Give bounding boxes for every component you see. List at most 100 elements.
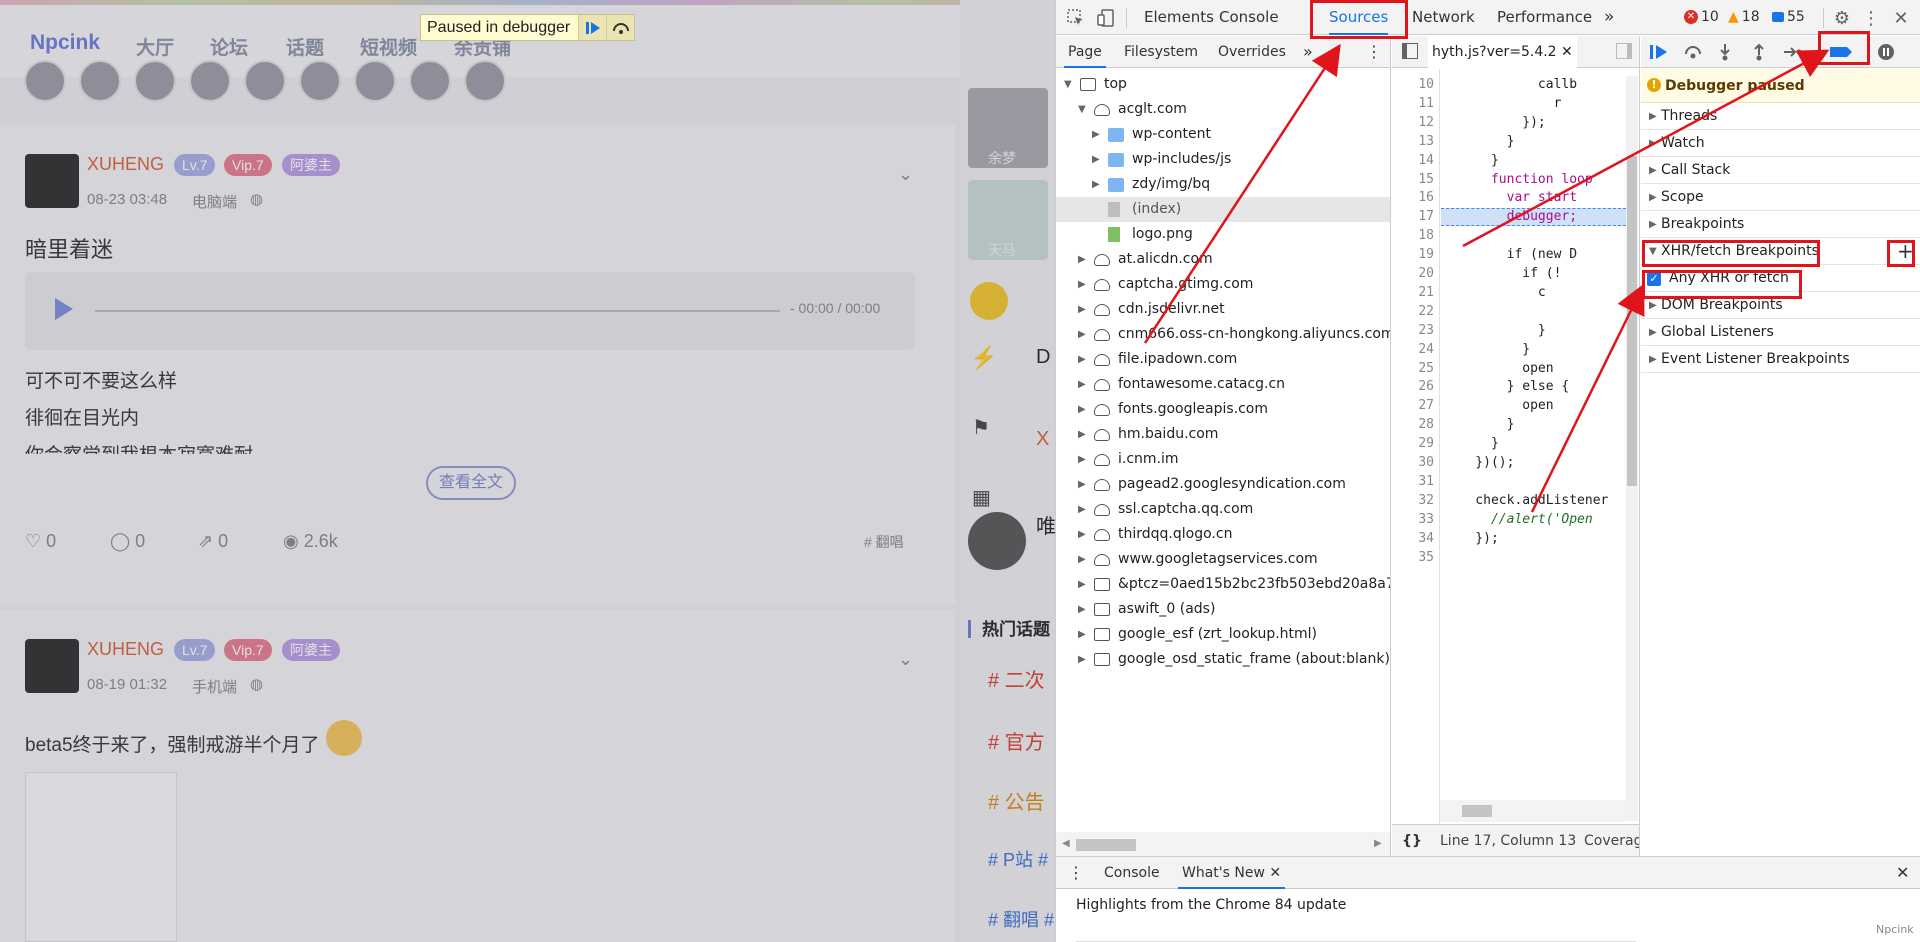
- line-number[interactable]: 18: [1392, 227, 1434, 245]
- step-out-icon[interactable]: [1751, 43, 1767, 61]
- scroll-right-icon[interactable]: ▶: [1374, 838, 1382, 849]
- line-number[interactable]: 13: [1392, 133, 1434, 151]
- tree-item[interactable]: ▶ ssl.captcha.qq.com: [1056, 497, 1390, 522]
- line-number[interactable]: 21: [1392, 284, 1434, 302]
- line-number[interactable]: 17: [1392, 208, 1434, 226]
- resume-button[interactable]: [578, 15, 607, 40]
- triangle-right-icon[interactable]: ▶: [1078, 497, 1088, 522]
- triangle-right-icon[interactable]: ▶: [1078, 522, 1088, 547]
- triangle-right-icon[interactable]: ▶: [1078, 447, 1088, 472]
- triangle-right-icon[interactable]: ▶: [1092, 147, 1102, 172]
- section-scope[interactable]: ▶ Scope: [1641, 184, 1920, 211]
- tree-item[interactable]: ▶ hm.baidu.com: [1056, 422, 1390, 447]
- triangle-down-icon[interactable]: ▼: [1078, 97, 1088, 122]
- triangle-right-icon[interactable]: ▶: [1078, 572, 1088, 597]
- line-number[interactable]: 34: [1392, 530, 1434, 548]
- tab-performance[interactable]: Performance: [1497, 0, 1592, 35]
- more-navigator-tabs-icon[interactable]: »: [1303, 36, 1313, 68]
- tab-page[interactable]: Page: [1064, 36, 1106, 68]
- tab-filesystem[interactable]: Filesystem: [1124, 36, 1198, 68]
- line-number[interactable]: 25: [1392, 360, 1434, 378]
- tree-item[interactable]: ▶ zdy/img/bq: [1056, 172, 1390, 197]
- line-number[interactable]: 32: [1392, 492, 1434, 510]
- warning-count[interactable]: ▲ 18: [1728, 9, 1760, 25]
- triangle-right-icon[interactable]: ▶: [1078, 347, 1088, 372]
- tree-item[interactable]: ▶ pagead2.googlesyndication.com: [1056, 472, 1390, 497]
- device-toolbar-icon[interactable]: [1096, 8, 1116, 28]
- resume-icon[interactable]: [1649, 43, 1669, 61]
- tree-item[interactable]: ▶ www.googletagservices.com: [1056, 547, 1390, 572]
- triangle-right-icon[interactable]: ▶: [1078, 472, 1088, 497]
- line-number[interactable]: 16: [1392, 189, 1434, 207]
- tree-item[interactable]: ▶ thirdqq.qlogo.cn: [1056, 522, 1390, 547]
- tree-item[interactable]: logo.png: [1056, 222, 1390, 247]
- drawer-menu-icon[interactable]: ⋮: [1068, 857, 1084, 889]
- tree-item[interactable]: ▶ google_osd_static_frame (about:blank): [1056, 647, 1390, 672]
- step-into-icon[interactable]: [1717, 43, 1733, 61]
- tree-item[interactable]: ▶ at.alicdn.com: [1056, 247, 1390, 272]
- horizontal-scrollbar[interactable]: ◀ ▶: [1056, 832, 1390, 856]
- toggle-debugger-icon[interactable]: [1616, 43, 1632, 59]
- close-tab-icon[interactable]: ✕: [1269, 865, 1281, 881]
- close-tab-icon[interactable]: ✕: [1561, 44, 1573, 60]
- tree-item[interactable]: ▼ top: [1056, 72, 1390, 97]
- tree-item[interactable]: ▶ i.cnm.im: [1056, 447, 1390, 472]
- vertical-scrollbar[interactable]: [1626, 76, 1638, 821]
- editor-horizontal-scrollbar[interactable]: [1440, 800, 1626, 822]
- line-number[interactable]: 14: [1392, 152, 1434, 170]
- tree-item[interactable]: ▶ cdn.jsdelivr.net: [1056, 297, 1390, 322]
- tree-item[interactable]: ▶ google_esf (zrt_lookup.html): [1056, 622, 1390, 647]
- pretty-print-icon[interactable]: {}: [1402, 825, 1422, 856]
- tab-elements[interactable]: Elements: [1144, 0, 1214, 35]
- line-number[interactable]: 10: [1392, 76, 1434, 94]
- line-number[interactable]: 31: [1392, 473, 1434, 491]
- scrollbar-thumb[interactable]: [1076, 839, 1136, 851]
- line-number[interactable]: 33: [1392, 511, 1434, 529]
- step-over-icon[interactable]: [1683, 43, 1703, 61]
- line-number[interactable]: 20: [1392, 265, 1434, 283]
- scroll-left-icon[interactable]: ◀: [1062, 838, 1070, 849]
- section-call-stack[interactable]: ▶ Call Stack: [1641, 157, 1920, 184]
- line-number[interactable]: 12: [1392, 114, 1434, 132]
- pause-on-exceptions-icon[interactable]: [1877, 43, 1895, 61]
- drawer-tab-whats-new[interactable]: What's New ✕: [1177, 857, 1286, 889]
- line-number[interactable]: 22: [1392, 303, 1434, 321]
- triangle-right-icon[interactable]: ▶: [1078, 622, 1088, 647]
- more-tabs-icon[interactable]: »: [1604, 0, 1614, 35]
- toggle-navigator-icon[interactable]: [1402, 43, 1418, 59]
- line-number[interactable]: 23: [1392, 322, 1434, 340]
- line-number[interactable]: 19: [1392, 246, 1434, 264]
- triangle-right-icon[interactable]: ▶: [1078, 322, 1088, 347]
- line-number[interactable]: 35: [1392, 549, 1434, 567]
- tree-item[interactable]: ▼ acglt.com: [1056, 97, 1390, 122]
- step-over-button[interactable]: [606, 15, 635, 40]
- line-number[interactable]: 11: [1392, 95, 1434, 113]
- tree-item[interactable]: ▶ fonts.googleapis.com: [1056, 397, 1390, 422]
- editor-file-tab[interactable]: hyth.js?ver=5.4.2 ✕: [1428, 36, 1577, 68]
- kebab-menu-icon[interactable]: ⋮: [1861, 7, 1881, 29]
- line-number[interactable]: 26: [1392, 378, 1434, 396]
- line-number[interactable]: 24: [1392, 341, 1434, 359]
- coverage-label[interactable]: Coverag: [1584, 825, 1639, 856]
- line-number[interactable]: 27: [1392, 397, 1434, 415]
- line-number[interactable]: 30: [1392, 454, 1434, 472]
- triangle-right-icon[interactable]: ▶: [1078, 297, 1088, 322]
- tree-item[interactable]: ▶ file.ipadown.com: [1056, 347, 1390, 372]
- triangle-right-icon[interactable]: ▶: [1078, 647, 1088, 672]
- tree-item[interactable]: ▶ fontawesome.catacg.cn: [1056, 372, 1390, 397]
- triangle-right-icon[interactable]: ▶: [1078, 422, 1088, 447]
- close-drawer-icon[interactable]: ✕: [1896, 857, 1909, 889]
- tree-item[interactable]: ▶ aswift_0 (ads): [1056, 597, 1390, 622]
- section-threads[interactable]: ▶ Threads: [1641, 103, 1920, 130]
- tree-item[interactable]: ▶ &ptcz=0aed15b2bc23fb503ebd20a8a777: [1056, 572, 1390, 597]
- triangle-right-icon[interactable]: ▶: [1078, 272, 1088, 297]
- tree-item[interactable]: ▶ captcha.gtimg.com: [1056, 272, 1390, 297]
- tree-item[interactable]: ▶ wp-content: [1056, 122, 1390, 147]
- section-global-listeners[interactable]: ▶ Global Listeners: [1641, 319, 1920, 346]
- triangle-right-icon[interactable]: ▶: [1078, 372, 1088, 397]
- navigator-menu-icon[interactable]: ⋮: [1366, 36, 1382, 68]
- close-devtools-icon[interactable]: ✕: [1891, 7, 1911, 29]
- inspect-element-icon[interactable]: [1066, 8, 1086, 28]
- drawer-tab-console[interactable]: Console: [1104, 857, 1160, 889]
- line-number[interactable]: 28: [1392, 416, 1434, 434]
